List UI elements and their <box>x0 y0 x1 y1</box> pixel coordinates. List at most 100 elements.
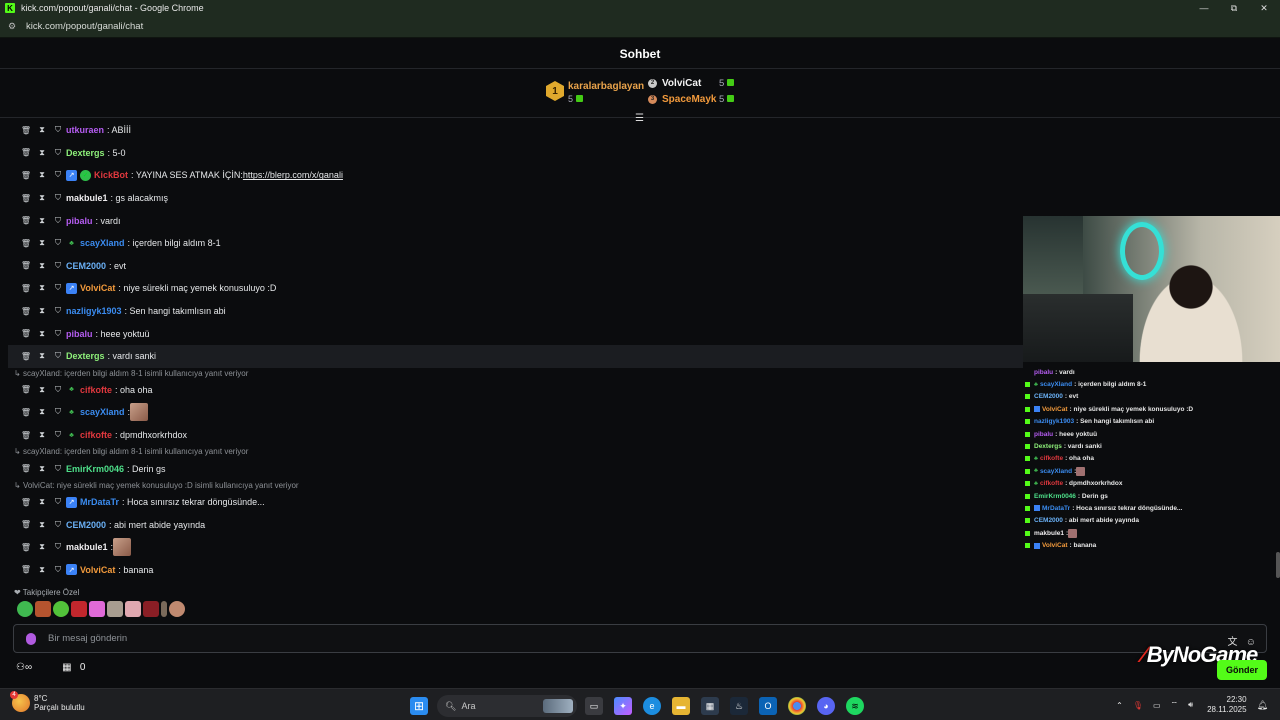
ban-icon[interactable]: ⛉ <box>50 283 66 293</box>
task-view-icon[interactable]: ▭ <box>585 697 603 715</box>
timeout-icon[interactable]: ⧗ <box>34 497 50 507</box>
chat-message[interactable]: 🗑 ⧗ ⛉ ↗ VolviCat: niye sürekli maç yemek kon… <box>8 277 1023 300</box>
volume-icon[interactable]: 🔊︎ <box>1188 700 1193 710</box>
notification-icon[interactable]: 🔔︎ <box>1257 700 1268 711</box>
delete-icon[interactable]: 🗑 <box>18 171 34 180</box>
chat-username[interactable]: KickBot <box>94 170 128 180</box>
reply-context[interactable]: ↳ VolviCat: niye sürekli maç yemek konus… <box>8 480 1023 491</box>
ban-icon[interactable]: ⛉ <box>50 261 66 271</box>
chat-message[interactable]: 🗑 ⧗ ⛉ makbule1: <box>8 536 1023 559</box>
ban-icon[interactable]: ⛉ <box>50 329 66 339</box>
delete-icon[interactable]: 🗑 <box>18 565 34 574</box>
ban-icon[interactable]: ⛉ <box>50 464 66 474</box>
chat-message[interactable]: 🗑 ⧗ ⛉ CEM2000: abi mert abide yayında <box>8 514 1023 537</box>
windows-start-icon[interactable]: ⊞ <box>410 697 428 715</box>
timeout-icon[interactable]: ⧗ <box>34 261 50 271</box>
chat-message[interactable]: 🗑 ⧗ ⛉ makbule1: gs alacakmış <box>8 187 1023 210</box>
ban-icon[interactable]: ⛉ <box>50 351 66 361</box>
delete-icon[interactable]: 🗑 <box>18 464 34 473</box>
chat-username[interactable]: MrDataTr <box>80 497 119 507</box>
emote-9[interactable] <box>161 601 167 617</box>
timeout-icon[interactable]: ⧗ <box>34 430 50 440</box>
url-text[interactable]: kick.com/popout/ganali/chat <box>26 21 143 32</box>
emote-heart[interactable] <box>89 601 105 617</box>
timeout-icon[interactable]: ⧗ <box>34 193 50 203</box>
emote-6[interactable] <box>107 601 123 617</box>
delete-icon[interactable]: 🗑 <box>18 543 34 552</box>
share-icon[interactable]: ⚇ <box>16 662 25 673</box>
network-icon[interactable]: ⌔ <box>1171 700 1179 710</box>
ban-icon[interactable]: ⛉ <box>50 216 66 226</box>
copilot-icon[interactable]: ✦ <box>614 697 632 715</box>
delete-icon[interactable]: 🗑 <box>18 284 34 293</box>
timeout-icon[interactable]: ⧗ <box>34 385 50 395</box>
ban-icon[interactable]: ⛉ <box>50 306 66 316</box>
ban-icon[interactable]: ⛉ <box>50 407 66 417</box>
store-icon[interactable]: ▦ <box>701 697 719 715</box>
site-info-icon[interactable]: ⚙ <box>8 21 22 32</box>
timeout-icon[interactable]: ⧗ <box>34 148 50 158</box>
timeout-icon[interactable]: ⧗ <box>34 351 50 361</box>
chat-message[interactable]: 🗑 ⧗ ⛉ ↗ VolviCat: banana <box>8 559 1023 582</box>
restore-button[interactable]: ⧉ <box>1218 0 1250 16</box>
leaderboard-second[interactable]: 2 VolviCat 5 <box>648 76 735 90</box>
mic-icon[interactable] <box>26 632 36 645</box>
timeout-icon[interactable]: ⧗ <box>34 565 50 575</box>
delete-icon[interactable]: 🗑 <box>18 126 34 135</box>
chat-message[interactable]: 🗑 ⧗ ⛉ ↗ ✓ KickBot: YAYINA SES ATMAK İÇİN: htt… <box>8 164 1023 187</box>
delete-icon[interactable]: 🗑 <box>18 352 34 361</box>
emote-8[interactable] <box>143 601 159 617</box>
emote-7[interactable] <box>125 601 141 617</box>
chat-username[interactable]: Dextergs <box>66 351 105 361</box>
delete-icon[interactable]: 🗑 <box>18 431 34 440</box>
chat-message[interactable]: 🗑 ⧗ ⛉ Dextergs: vardı sanki <box>8 344 1023 368</box>
delete-icon[interactable]: 🗑 <box>18 148 34 157</box>
timeout-icon[interactable]: ⧗ <box>34 306 50 316</box>
steam-icon[interactable]: ♨ <box>730 697 748 715</box>
chat-message[interactable]: 🗑 ⧗ ⛉ pibalu: heee yoktuü <box>8 322 1023 345</box>
timeout-icon[interactable]: ⧗ <box>34 216 50 226</box>
ban-icon[interactable]: ⛉ <box>50 238 66 248</box>
weather-widget[interactable]: 4 8°C Parçalı bulutlu <box>10 691 85 712</box>
chat-username[interactable]: VolviCat <box>80 565 115 575</box>
timeout-icon[interactable]: ⧗ <box>34 125 50 135</box>
ban-icon[interactable]: ⛉ <box>50 148 66 158</box>
timeout-icon[interactable]: ⧗ <box>34 329 50 339</box>
chat-username[interactable]: pibalu <box>66 329 93 339</box>
chat-message[interactable]: 🗑 ⧗ ⛉ ♣ scayXland: <box>8 401 1023 424</box>
timeout-icon[interactable]: ⧗ <box>34 238 50 248</box>
chat-message[interactable]: 🗑 ⧗ ⛉ ↗ MrDataTr: Hoca sınırsız tekrar döngü… <box>8 491 1023 514</box>
leaderboard-first[interactable]: 1 karalarbaglayan 5 <box>546 81 644 105</box>
ban-icon[interactable]: ⛉ <box>50 193 66 203</box>
taskbar-search[interactable]: 🔍︎ Ara <box>437 695 577 717</box>
chat-username[interactable]: utkuraen <box>66 125 104 135</box>
chat-message[interactable]: 🗑 ⧗ ⛉ ♣ scayXland: içerden bilgi aldım 8-1 <box>8 232 1023 255</box>
chat-username[interactable]: cifkofte <box>80 385 112 395</box>
emote-2[interactable] <box>35 601 51 617</box>
send-button[interactable]: Gönder <box>1217 660 1267 680</box>
delete-icon[interactable]: 🗑 <box>18 329 34 338</box>
delete-icon[interactable]: 🗑 <box>18 385 34 394</box>
emote-3[interactable] <box>53 601 69 617</box>
outlook-icon[interactable]: O <box>759 697 777 715</box>
reply-context[interactable]: ↳ scayXland: içerden bilgi aldım 8-1 isi… <box>8 446 1023 457</box>
chat-username[interactable]: cifkofte <box>80 430 112 440</box>
file-explorer-icon[interactable]: ▬ <box>672 697 690 715</box>
delete-icon[interactable]: 🗑 <box>18 239 34 248</box>
clock[interactable]: 22:30 28.11.2025 <box>1207 695 1246 715</box>
timeout-icon[interactable]: ⧗ <box>34 464 50 474</box>
microphone-icon[interactable]: 🎙︎ <box>1133 701 1143 710</box>
ban-icon[interactable]: ⛉ <box>50 385 66 395</box>
delete-icon[interactable]: 🗑 <box>18 216 34 225</box>
chat-username[interactable]: EmirKrm0046 <box>66 464 124 474</box>
chat-message[interactable]: 🗑 ⧗ ⛉ pibalu: vardı <box>8 209 1023 232</box>
delete-icon[interactable]: 🗑 <box>18 261 34 270</box>
chat-message[interactable]: 🗑 ⧗ ⛉ CEM2000: evt <box>8 255 1023 278</box>
ban-icon[interactable]: ⛉ <box>50 542 66 552</box>
emote-10[interactable] <box>169 601 185 617</box>
chat-message[interactable]: 🗑 ⧗ ⛉ ♣ cifkofte: oha oha <box>8 379 1023 402</box>
message-input[interactable]: Bir mesaj gönderin 文 ☺ <box>13 624 1267 653</box>
timeout-icon[interactable]: ⧗ <box>34 170 50 180</box>
chrome-icon[interactable] <box>788 697 806 715</box>
emote-1[interactable] <box>17 601 33 617</box>
